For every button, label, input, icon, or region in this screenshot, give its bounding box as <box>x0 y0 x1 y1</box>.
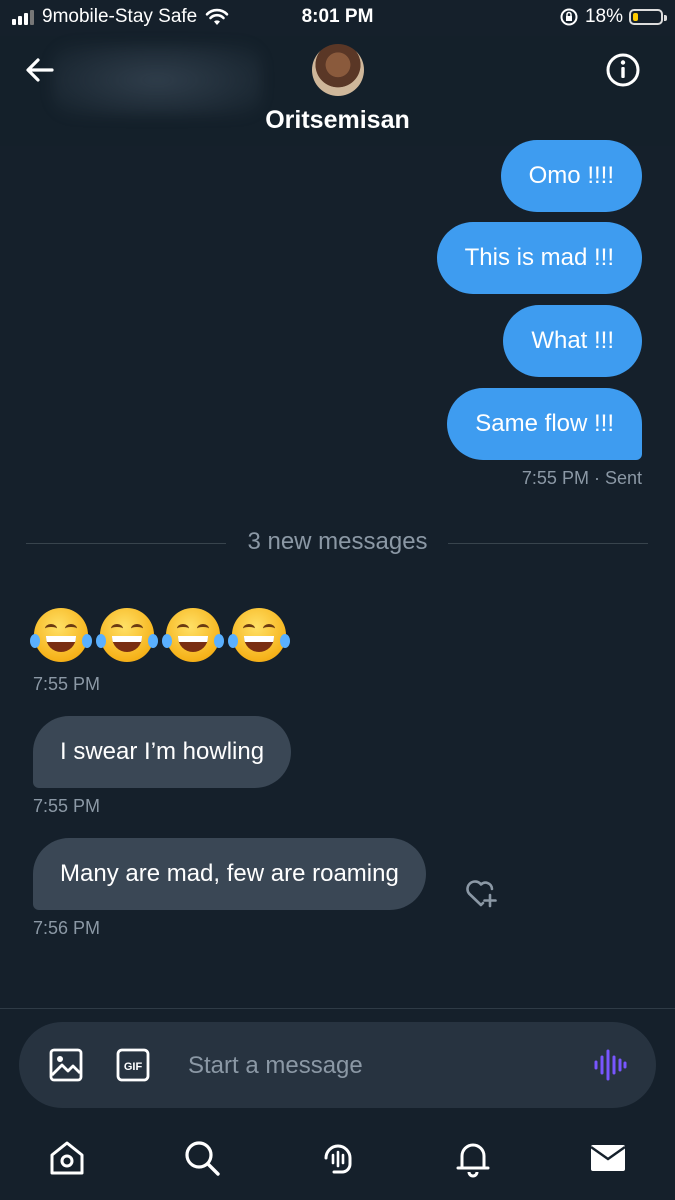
contact-avatar[interactable] <box>312 44 364 96</box>
received-time: 7:55 PM <box>33 674 101 694</box>
conversation-header: Oritsemisan <box>0 36 675 146</box>
contact-name[interactable]: Oritsemisan <box>0 106 675 135</box>
voice-wave-icon[interactable] <box>592 1047 628 1083</box>
back-arrow-icon[interactable] <box>22 52 58 88</box>
battery-percent: 18% <box>584 6 623 27</box>
received-time: 7:55 PM <box>33 796 101 816</box>
meta-separator: · <box>593 468 605 488</box>
message-text: I swear I’m howling <box>60 738 265 765</box>
received-message-bubble[interactable]: I swear I’m howling <box>33 716 292 788</box>
gif-icon[interactable]: GIF <box>116 1048 150 1082</box>
battery-level <box>633 13 638 21</box>
message-input[interactable] <box>186 1042 570 1090</box>
tears-of-joy-emoji <box>228 606 290 662</box>
message-text: Many are mad, few are roaming <box>60 860 399 887</box>
gif-label: GIF <box>124 1061 143 1073</box>
battery-icon <box>629 9 667 25</box>
sent-message-bubble[interactable]: What !!! <box>503 305 642 377</box>
tears-of-joy-emoji <box>96 606 158 662</box>
sent-time: 7:55 PM <box>521 468 589 488</box>
message-text: Same flow !!! <box>475 410 614 437</box>
tears-of-joy-emoji <box>30 606 92 662</box>
message-text: Omo !!!! <box>528 162 614 189</box>
notifications-icon[interactable] <box>453 1138 493 1178</box>
received-time: 7:56 PM <box>33 918 101 938</box>
sent-message-bubble[interactable]: Omo !!!! <box>500 140 642 212</box>
tears-of-joy-emoji <box>162 606 224 662</box>
add-reaction-icon[interactable] <box>463 875 499 911</box>
new-messages-label: 3 new messages <box>247 528 428 555</box>
gif-frame: GIF <box>116 1048 150 1082</box>
search-icon[interactable] <box>182 1138 222 1178</box>
sent-message-bubble[interactable]: Same flow !!! <box>447 388 642 460</box>
messages-icon[interactable] <box>588 1138 628 1178</box>
rotation-lock-icon <box>560 8 578 26</box>
bottom-tab-bar <box>0 1118 675 1200</box>
composer-divider <box>0 1008 675 1009</box>
image-icon[interactable] <box>48 1047 84 1083</box>
emoji-message[interactable] <box>30 606 290 662</box>
status-bar: 9mobile-Stay Safe 8:01 PM 18% <box>0 0 675 36</box>
received-message-bubble[interactable]: Many are mad, few are roaming <box>33 838 426 910</box>
status-right: 18% <box>559 6 667 28</box>
sent-message-meta: 7:55 PM · Sent <box>522 468 642 489</box>
home-icon[interactable] <box>47 1138 87 1178</box>
message-text: This is mad !!! <box>464 244 614 271</box>
sent-message-bubble[interactable]: This is mad !!! <box>436 222 642 294</box>
spaces-icon[interactable] <box>318 1138 358 1178</box>
info-icon[interactable] <box>605 52 641 88</box>
message-text: What !!! <box>531 327 614 354</box>
sent-status: Sent <box>604 468 642 488</box>
message-composer: GIF <box>19 1022 656 1108</box>
